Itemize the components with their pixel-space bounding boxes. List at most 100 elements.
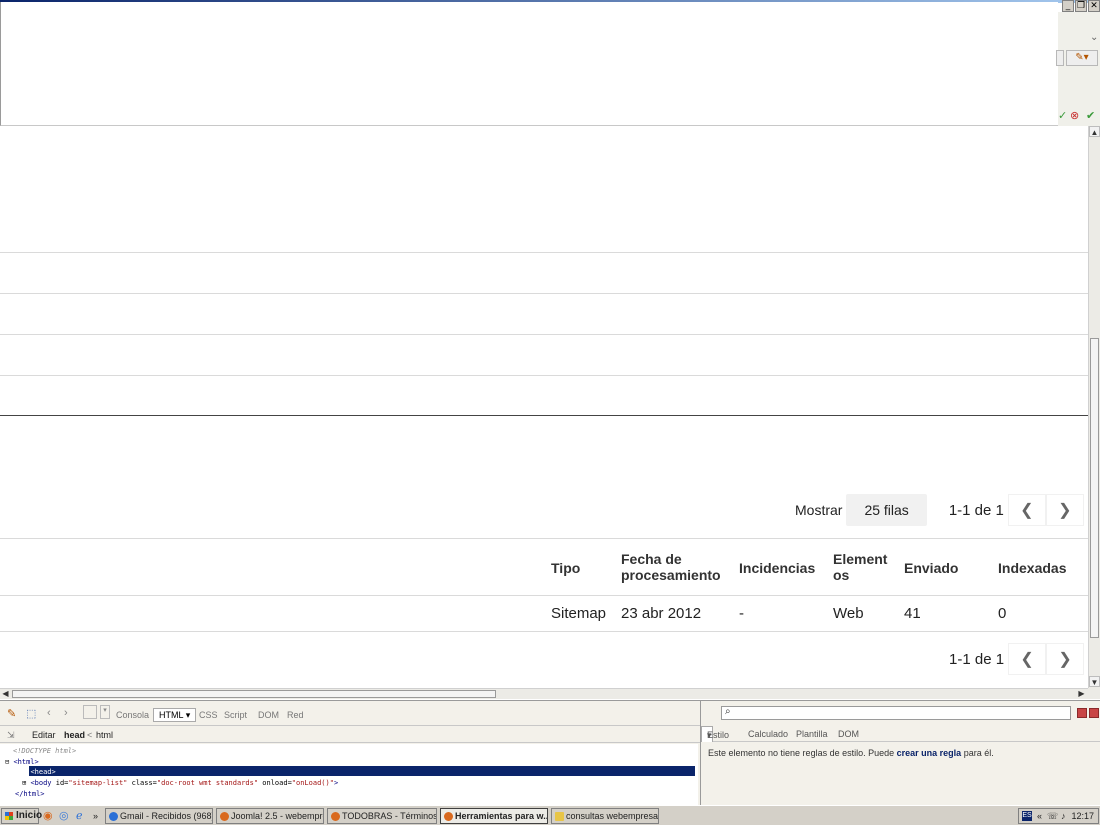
start-button[interactable]: Inicio bbox=[1, 808, 42, 824]
column-header-date[interactable]: Fecha de procesamiento bbox=[621, 551, 731, 583]
scroll-down-icon[interactable]: ▼ bbox=[1089, 676, 1100, 687]
html-close-node: </html> bbox=[15, 790, 45, 798]
table-bottom-divider bbox=[0, 631, 1088, 632]
tab-html[interactable]: HTML ▾ bbox=[153, 708, 197, 722]
cell-submitted: 41 bbox=[904, 605, 921, 622]
cell-date: 23 abr 2012 bbox=[621, 605, 702, 622]
body-class-value: "doc-root wmt standards" bbox=[156, 779, 259, 787]
breadcrumb-parent[interactable]: html bbox=[96, 730, 113, 740]
chevron-down-icon[interactable]: ⌄ bbox=[1090, 32, 1098, 43]
volume-icon[interactable]: ♪ bbox=[1061, 809, 1066, 823]
vertical-scroll-thumb[interactable] bbox=[1090, 338, 1099, 638]
quicklaunch-more-icon[interactable]: » bbox=[93, 810, 98, 822]
restore-button[interactable]: ❐ bbox=[1075, 0, 1087, 12]
taskbar-item-consultas[interactable]: consultas webempresa bbox=[551, 808, 659, 824]
create-rule-link[interactable]: crear una regla bbox=[897, 748, 962, 758]
taskbar-item-herramientas[interactable]: Herramientas para w... bbox=[440, 808, 548, 824]
column-header-elements[interactable]: Elementos bbox=[833, 551, 895, 583]
scroll-up-icon[interactable]: ▲ bbox=[1089, 126, 1100, 137]
next-page-button[interactable]: ❯ bbox=[1045, 494, 1084, 526]
body-onload-value: "onLoad()" bbox=[291, 779, 334, 787]
head-node[interactable]: ⊞ <head> bbox=[22, 768, 56, 776]
minimize-button[interactable]: _ bbox=[1062, 0, 1074, 12]
no-rules-text: Este elemento no tiene reglas de estilo.… bbox=[708, 748, 895, 758]
task-label: Joomla! 2.5 - webempre... bbox=[231, 811, 323, 821]
breadcrumb-current[interactable]: head bbox=[64, 730, 85, 740]
task-label: Gmail - Recibidos (968) - ... bbox=[120, 811, 213, 821]
expand-icon[interactable]: ⇲ bbox=[7, 730, 15, 741]
toolbar-dropdown[interactable] bbox=[1056, 50, 1064, 66]
horizontal-scroll-thumb[interactable] bbox=[12, 690, 496, 698]
expand-icon[interactable]: ⊞ bbox=[22, 768, 26, 776]
edit-button[interactable]: Editar bbox=[32, 730, 56, 740]
tab-net[interactable]: Red bbox=[287, 710, 304, 720]
browser-toolbar-edge bbox=[1058, 12, 1100, 126]
body-id-attr: id= bbox=[51, 779, 69, 787]
folder-icon bbox=[555, 812, 564, 821]
close-button[interactable]: ✕ bbox=[1088, 0, 1100, 12]
scroll-right-icon[interactable]: ▶ bbox=[1076, 689, 1087, 699]
tab-computed[interactable]: Calculado bbox=[748, 729, 788, 739]
chevron-left-icon: ❮ bbox=[1020, 502, 1034, 519]
cell-type[interactable]: Sitemap bbox=[551, 605, 606, 622]
network-icon[interactable]: ☏ bbox=[1047, 809, 1058, 823]
column-header-submitted[interactable]: Enviado bbox=[904, 560, 958, 576]
expand-icon[interactable]: ⊞ bbox=[22, 779, 26, 787]
task-label: TODOBRAS - Términos y ... bbox=[342, 811, 437, 821]
detach-icon[interactable] bbox=[1077, 708, 1087, 718]
body-id-value: "sitemap-list" bbox=[68, 779, 128, 787]
cell-elements: Web bbox=[833, 605, 864, 622]
tab-css[interactable]: CSS bbox=[199, 710, 218, 720]
tab-script[interactable]: Script bbox=[224, 710, 247, 720]
tab-console[interactable]: Consola bbox=[116, 710, 149, 720]
window-controls: _ ❐ ✕ bbox=[1062, 0, 1100, 12]
prev-page-button-bottom[interactable]: ❮ bbox=[1008, 643, 1047, 675]
taskbar-item-gmail[interactable]: Gmail - Recibidos (968) - ... bbox=[105, 808, 213, 824]
tab-html-label: HTML bbox=[159, 710, 184, 720]
check-icon[interactable]: ✓ bbox=[1058, 110, 1067, 122]
task-label: consultas webempresa bbox=[566, 811, 659, 821]
tab-style[interactable]: Estilo ▾ bbox=[701, 726, 729, 742]
pagination-bottom: 1-1 de 1 ❮ ❯ bbox=[927, 643, 1085, 675]
body-node[interactable]: ⊞ <body id="sitemap-list" class="doc-roo… bbox=[22, 779, 338, 787]
next-page-button-bottom[interactable]: ❯ bbox=[1046, 643, 1085, 675]
head-tag: <head> bbox=[30, 768, 56, 776]
ie-icon bbox=[109, 812, 118, 821]
tab-dom-side[interactable]: DOM bbox=[838, 729, 859, 739]
column-header-indexed[interactable]: Indexadas bbox=[998, 560, 1066, 576]
tray-expand-icon[interactable]: « bbox=[1037, 809, 1042, 823]
style-panel-tabs: Estilo ▾ Calculado Plantilla DOM bbox=[701, 726, 1100, 742]
quicklaunch-ie-icon[interactable]: ℯ bbox=[76, 810, 83, 822]
toolbar-menu-icon[interactable]: ▾ bbox=[100, 705, 110, 719]
collapse-icon[interactable]: ⊟ bbox=[5, 758, 9, 766]
confirm-icon[interactable]: ✔ bbox=[1086, 110, 1095, 122]
firebug-icon[interactable]: ✎ bbox=[7, 707, 16, 720]
html-tree: <!DOCTYPE html> ⊟ <html> ⊞ <head> ⊞ <bod… bbox=[0, 744, 698, 806]
rows-per-page-select[interactable]: 25 filas bbox=[846, 494, 927, 526]
section-divider bbox=[0, 415, 1088, 416]
scroll-left-icon[interactable]: ◀ bbox=[0, 689, 11, 699]
horizontal-scrollbar[interactable]: ◀ ▶ bbox=[0, 688, 1088, 699]
toolbar-box-button[interactable] bbox=[83, 705, 97, 719]
column-header-issues[interactable]: Incidencias bbox=[739, 560, 815, 576]
html-node[interactable]: ⊟ <html> bbox=[5, 758, 39, 766]
firebug-toolbar-button[interactable]: ✎▾ bbox=[1066, 50, 1098, 66]
close-devtools-icon[interactable] bbox=[1089, 708, 1099, 718]
devtools-search-input[interactable] bbox=[721, 706, 1071, 720]
tab-dom[interactable]: DOM bbox=[258, 710, 279, 720]
taskbar-item-joomla[interactable]: Joomla! 2.5 - webempre... bbox=[216, 808, 324, 824]
column-header-type[interactable]: Tipo bbox=[551, 560, 580, 576]
language-indicator[interactable]: ES bbox=[1022, 811, 1032, 821]
html-open-tag: <html> bbox=[13, 758, 39, 766]
quicklaunch-chrome-icon[interactable]: ◎ bbox=[59, 810, 69, 822]
taskbar-item-todobras[interactable]: TODOBRAS - Términos y ... bbox=[327, 808, 437, 824]
quicklaunch-firefox-icon[interactable]: ◉ bbox=[43, 810, 53, 822]
vertical-scrollbar[interactable]: ▲ ▼ bbox=[1088, 126, 1100, 688]
pagination-range-bottom: 1-1 de 1 bbox=[949, 650, 1005, 668]
cancel-icon[interactable]: ⊗ bbox=[1070, 110, 1079, 122]
inspect-icon[interactable]: ⬚ bbox=[26, 707, 36, 720]
back-icon[interactable]: ‹ bbox=[47, 707, 51, 719]
prev-page-button[interactable]: ❮ bbox=[1007, 494, 1046, 526]
tab-layout[interactable]: Plantilla bbox=[796, 729, 828, 739]
forward-icon[interactable]: › bbox=[64, 707, 68, 719]
